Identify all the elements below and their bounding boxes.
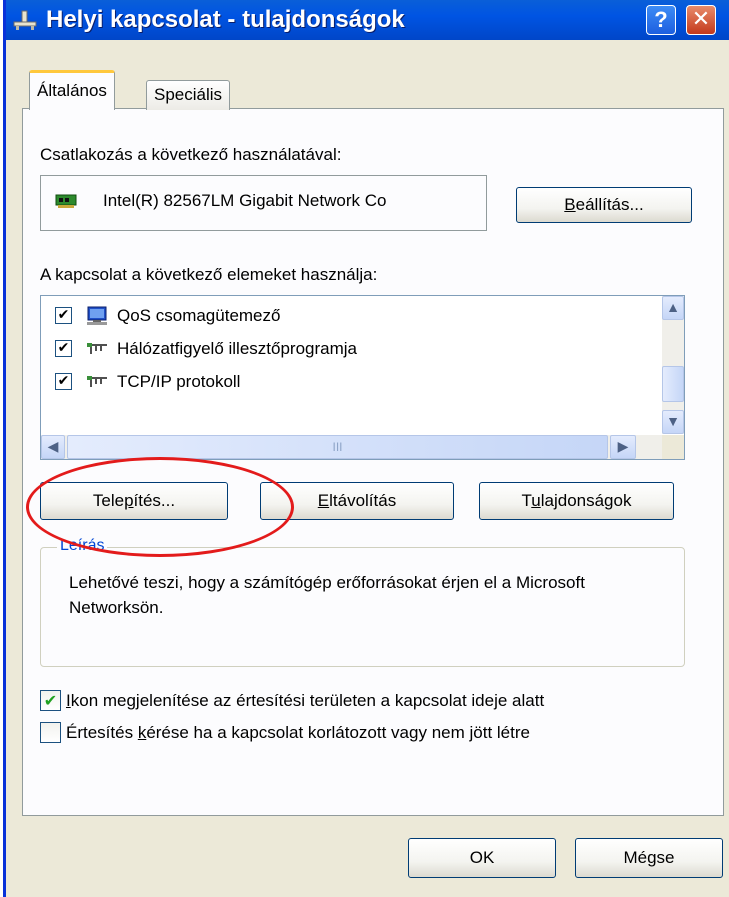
tab-general[interactable]: Általános	[29, 70, 115, 110]
item-checkbox[interactable]: ✔	[55, 307, 72, 324]
description-text: Lehetővé teszi, hogy a számítógép erőfor…	[69, 573, 585, 617]
network-monitor-icon	[87, 343, 107, 354]
properties-label-accel: u	[531, 491, 541, 510]
ok-button[interactable]: OK	[408, 838, 556, 878]
install-label-pre: Tele	[92, 491, 125, 510]
components-list[interactable]: ✔ QoS csomagütemező ✔ Hálózatfigyelő ill…	[40, 295, 685, 460]
horizontal-scrollbar[interactable]: ◀ III ▶	[41, 435, 662, 459]
tab-advanced[interactable]: Speciális	[146, 80, 231, 110]
properties-dialog: Helyi kapcsolat - tulajdonságok ? ✕ Álta…	[3, 0, 729, 897]
notify-rest: érése ha a kapcsolat korlátozott vagy ne…	[146, 723, 530, 742]
configure-label-accel: B	[564, 195, 576, 214]
network-connection-icon	[13, 10, 37, 30]
vertical-scrollbar[interactable]: ▲ ▼	[662, 296, 684, 434]
close-button[interactable]: ✕	[686, 5, 716, 35]
scroll-right-button[interactable]: ▶	[610, 435, 636, 459]
description-title: Leírás	[57, 537, 108, 555]
connect-using-label: Csatlakozás a következő használatával:	[40, 145, 342, 164]
scroll-up-button[interactable]: ▲	[662, 296, 684, 320]
cancel-button[interactable]: Mégse	[575, 838, 723, 878]
item-label: QoS csomagütemező	[117, 306, 281, 325]
scrollbar-corner	[662, 435, 684, 459]
adapter-name: Intel(R) 82567LM Gigabit Network Co	[103, 191, 387, 210]
show-icon-label: Ikon megjelenítése az értesítési terület…	[66, 691, 544, 711]
show-icon-rest: kon megjelenítése az értesítési területe…	[70, 691, 545, 710]
configure-button[interactable]: Beállítás...	[516, 187, 692, 223]
notify-label: Értesítés kérése ha a kapcsolat korlátoz…	[66, 723, 530, 743]
notify-checkbox[interactable]	[40, 722, 61, 743]
item-label: TCP/IP protokoll	[117, 372, 241, 391]
install-label-accel: p	[124, 491, 134, 510]
description-group: Leírás Lehetővé teszi, hogy a számítógép…	[40, 537, 685, 667]
show-icon-checkbox[interactable]: ✔	[40, 690, 61, 711]
item-checkbox[interactable]: ✔	[55, 373, 72, 390]
item-checkbox[interactable]: ✔	[55, 340, 72, 357]
qos-scheduler-icon	[87, 306, 107, 325]
configure-label-post: eállítás...	[575, 195, 644, 214]
uninstall-label-accel: E	[317, 491, 330, 510]
network-adapter-icon	[55, 194, 77, 208]
scroll-left-button[interactable]: ◀	[41, 435, 65, 459]
uninstall-button[interactable]: Eltávolítás	[260, 482, 454, 520]
install-label-post: ítés...	[133, 491, 176, 510]
vertical-scroll-thumb[interactable]	[662, 366, 684, 402]
properties-label-post: lajdonságok	[540, 491, 632, 510]
install-button[interactable]: Telepítés...	[40, 482, 228, 520]
help-button[interactable]: ?	[646, 5, 676, 35]
notify-pre: Értesítés	[66, 723, 138, 742]
protocol-icon	[87, 376, 107, 387]
window-title: Helyi kapcsolat - tulajdonságok	[46, 6, 405, 33]
title-bar[interactable]: Helyi kapcsolat - tulajdonságok ? ✕	[6, 0, 729, 40]
horizontal-scroll-thumb[interactable]: III	[67, 435, 608, 459]
components-label: A kapcsolat a következő elemeket használ…	[40, 265, 378, 284]
uninstall-label-post: ltávolítás	[329, 491, 397, 510]
adapter-display: Intel(R) 82567LM Gigabit Network Co	[40, 175, 487, 231]
item-label: Hálózatfigyelő illesztőprogramja	[117, 339, 358, 358]
properties-button[interactable]: Tulajdonságok	[479, 482, 674, 520]
scroll-down-button[interactable]: ▼	[662, 410, 684, 434]
properties-label-pre: T	[521, 491, 532, 510]
